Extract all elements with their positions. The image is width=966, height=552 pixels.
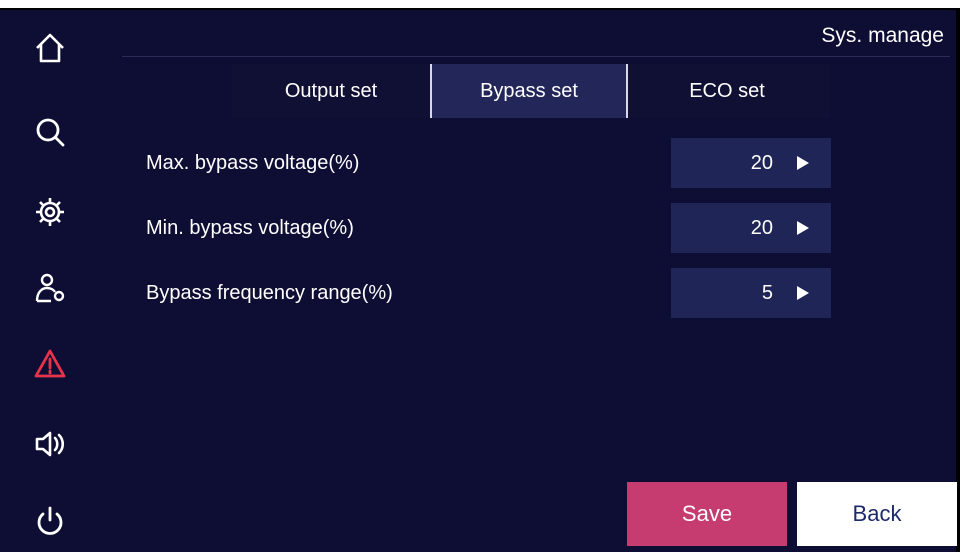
tab-bar: Output set Bypass set ECO set [232, 64, 830, 118]
user-settings-icon[interactable] [30, 268, 70, 308]
play-arrow-icon [797, 286, 809, 300]
back-button[interactable]: Back [797, 482, 957, 546]
setting-value: 20 [750, 151, 773, 174]
sidebar [0, 10, 100, 552]
setting-label: Min. bypass voltage(%) [146, 217, 354, 239]
setting-label: Bypass frequency range(%) [146, 282, 393, 304]
power-icon[interactable] [30, 502, 70, 542]
search-icon[interactable] [30, 112, 70, 152]
setting-row-min-bypass-voltage: Min. bypass voltage(%) 20 [146, 203, 836, 253]
screen: Sys. manage Output set Bypass set ECO se… [0, 8, 960, 552]
home-icon[interactable] [30, 28, 70, 68]
save-button[interactable]: Save [627, 482, 787, 546]
setting-row-bypass-frequency-range: Bypass frequency range(%) 5 [146, 268, 836, 318]
play-arrow-icon [797, 156, 809, 170]
setting-value: 20 [750, 216, 773, 239]
max-bypass-voltage-selector[interactable]: 20 [671, 138, 831, 188]
tab-bypass-set[interactable]: Bypass set [430, 64, 628, 118]
header-divider [122, 56, 950, 57]
warning-icon[interactable] [30, 344, 70, 384]
tab-output-set[interactable]: Output set [232, 64, 430, 118]
setting-value: 5 [761, 281, 773, 304]
page-title: Sys. manage [821, 24, 944, 47]
play-arrow-icon [797, 221, 809, 235]
gear-icon[interactable] [30, 192, 70, 232]
speaker-icon[interactable] [30, 424, 70, 464]
min-bypass-voltage-selector[interactable]: 20 [671, 203, 831, 253]
bypass-frequency-range-selector[interactable]: 5 [671, 268, 831, 318]
tab-eco-set[interactable]: ECO set [628, 64, 826, 118]
setting-row-max-bypass-voltage: Max. bypass voltage(%) 20 [146, 138, 836, 188]
setting-label: Max. bypass voltage(%) [146, 152, 360, 174]
